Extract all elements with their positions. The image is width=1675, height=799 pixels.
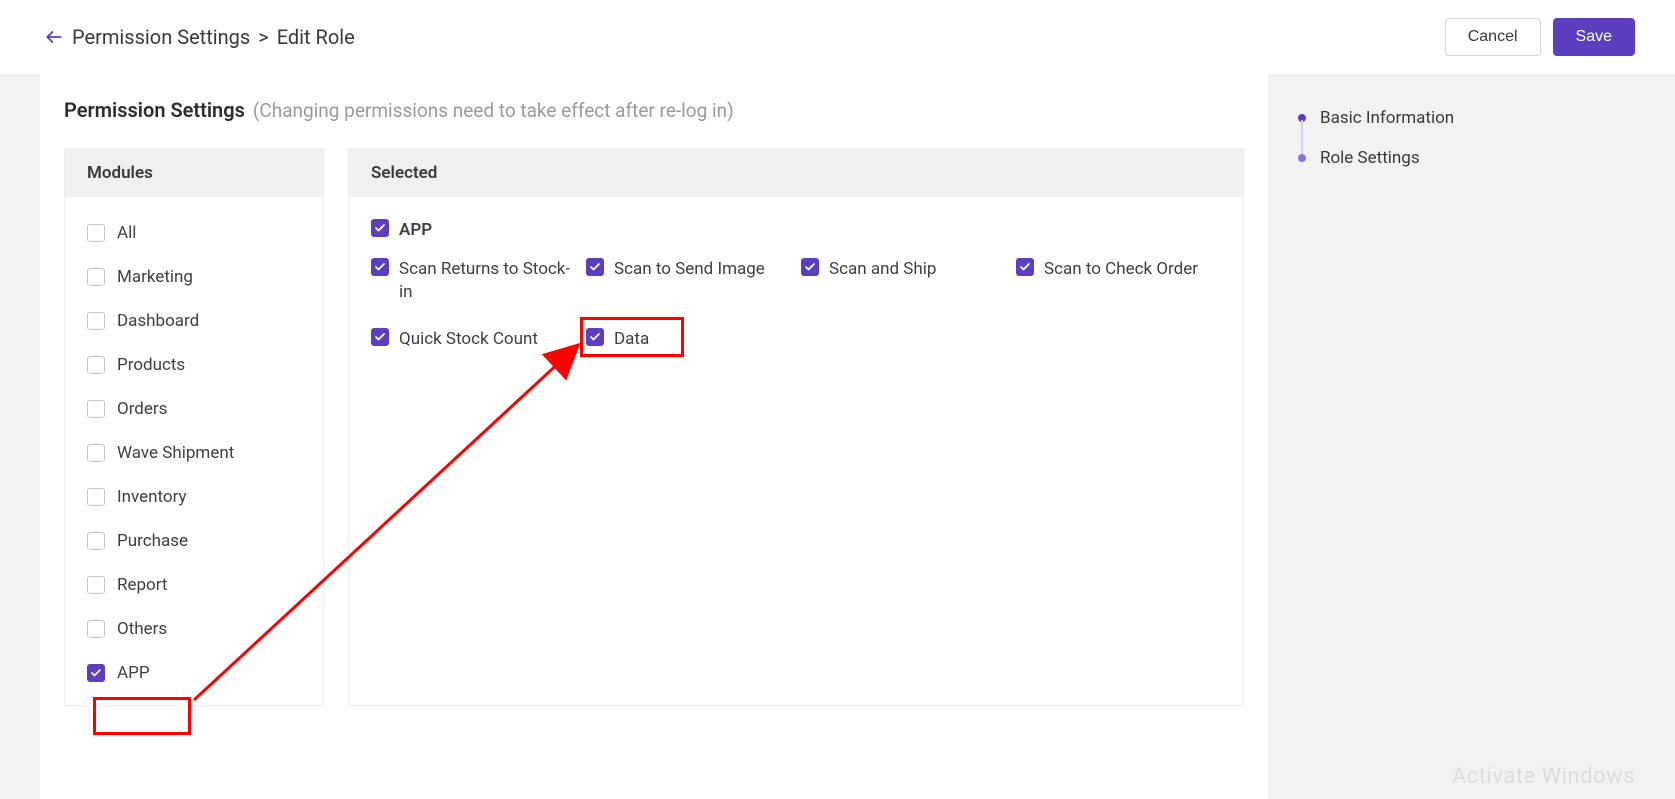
checkbox-icon[interactable] [371,219,389,237]
breadcrumb-separator: > [258,25,268,49]
checkbox-icon[interactable] [87,532,105,550]
permission-label: Scan Returns to Stock-in [399,258,576,304]
module-item-others[interactable]: Others [65,607,323,651]
cancel-button[interactable]: Cancel [1445,18,1541,56]
side-nav-role-settings[interactable]: Role Settings [1298,138,1635,178]
module-item-label: Marketing [117,267,193,287]
section-title: Permission Settings [64,98,245,122]
checkbox-icon[interactable] [87,400,105,418]
permission-quick-stock-count[interactable]: Quick Stock Count [371,328,576,351]
module-item-label: All [117,223,136,243]
section-subtitle: (Changing permissions need to take effec… [253,99,734,122]
permission-label: Scan and Ship [829,258,936,281]
selected-panel: Selected APP Scan Returns to Stock-inSca… [348,148,1244,706]
module-item-label: Products [117,355,185,375]
permission-label: Scan to Check Order [1044,258,1198,281]
module-item-label: Dashboard [117,311,199,331]
section-heading: Permission Settings (Changing permission… [64,98,1244,122]
breadcrumb: Permission Settings > Edit Role [44,25,355,49]
side-nav-label: Role Settings [1320,148,1420,168]
selected-panel-header: Selected [349,149,1243,197]
checkbox-icon[interactable] [87,268,105,286]
content: Permission Settings (Changing permission… [0,74,1675,799]
permission-scan-to-check-order[interactable]: Scan to Check Order [1016,258,1221,281]
module-item-marketing[interactable]: Marketing [65,255,323,299]
checkbox-icon[interactable] [87,356,105,374]
selected-panel-body: APP Scan Returns to Stock-in Scan to Send… [349,197,1243,369]
module-item-label: Orders [117,399,167,419]
breadcrumb-root[interactable]: Permission Settings [72,25,250,49]
checkbox-icon[interactable] [87,444,105,462]
module-list: All Marketing Dashboard Products Orders Wave … [65,211,323,695]
modules-panel-body: All Marketing Dashboard Products Orders Wave … [65,197,323,705]
dot-icon [1298,154,1306,162]
selected-top-label: APP [399,219,432,242]
module-item-label: Inventory [117,487,187,507]
back-arrow-icon[interactable] [44,27,64,47]
header-actions: Cancel Save [1445,18,1635,56]
checkbox-icon[interactable] [87,224,105,242]
checkbox-icon[interactable] [87,488,105,506]
module-item-inventory[interactable]: Inventory [65,475,323,519]
module-item-report[interactable]: Report [65,563,323,607]
permission-scan-to-send-image[interactable]: Scan to Send Image [586,258,791,281]
checkbox-icon[interactable] [1016,258,1034,276]
modules-panel-header: Modules [65,149,323,197]
permission-label: Scan to Send Image [614,258,765,281]
permission-scan-returns-to-stock-in[interactable]: Scan Returns to Stock-in [371,258,576,304]
panels: Modules All Marketing Dashboard Products Ord… [64,148,1244,706]
permission-scan-and-ship[interactable]: Scan and Ship [801,258,1006,281]
page-header: Permission Settings > Edit Role Cancel S… [0,0,1675,74]
save-button[interactable]: Save [1553,18,1635,56]
permission-label: Data [614,328,649,351]
checkbox-icon[interactable] [87,664,105,682]
side-nav-basic-information[interactable]: Basic Information [1298,98,1635,138]
module-item-label: Report [117,575,167,595]
module-item-label: Others [117,619,167,639]
breadcrumb-current: Edit Role [277,25,355,49]
module-item-wave-shipment[interactable]: Wave Shipment [65,431,323,475]
module-item-purchase[interactable]: Purchase [65,519,323,563]
checkbox-icon[interactable] [801,258,819,276]
module-item-orders[interactable]: Orders [65,387,323,431]
module-item-label: APP [117,663,150,683]
selected-top-permission[interactable]: APP [371,219,1221,242]
checkbox-icon[interactable] [371,328,389,346]
checkbox-icon[interactable] [87,576,105,594]
side-nav-label: Basic Information [1320,108,1454,128]
checkbox-icon[interactable] [586,258,604,276]
module-item-label: Purchase [117,531,188,551]
permission-data[interactable]: Data [586,328,791,351]
checkbox-icon[interactable] [87,620,105,638]
selected-grid: Scan Returns to Stock-in Scan to Send Ima… [371,258,1221,351]
module-item-app[interactable]: APP [65,651,323,695]
module-item-label: Wave Shipment [117,443,234,463]
checkbox-icon[interactable] [586,328,604,346]
checkbox-icon[interactable] [371,258,389,276]
module-item-dashboard[interactable]: Dashboard [65,299,323,343]
checkbox-icon[interactable] [87,312,105,330]
modules-panel: Modules All Marketing Dashboard Products Ord… [64,148,324,706]
module-item-products[interactable]: Products [65,343,323,387]
module-item-all[interactable]: All [65,211,323,255]
permission-label: Quick Stock Count [399,328,538,351]
side-nav: Basic Information Role Settings [1298,74,1635,799]
main-card: Permission Settings (Changing permission… [40,74,1268,799]
